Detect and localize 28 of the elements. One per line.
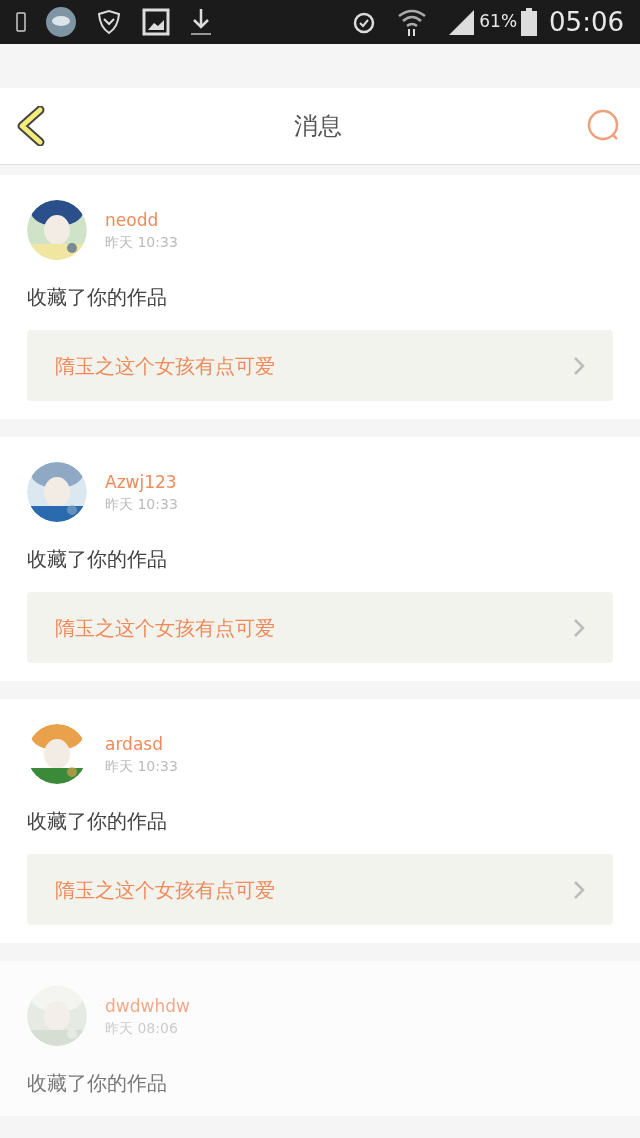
username[interactable]: ardasd [105, 735, 178, 753]
action-text: 收藏了你的作品 [27, 808, 168, 835]
chevron-icon [573, 617, 585, 638]
signal-icon [447, 8, 476, 36]
battery-percentage: 61% [479, 10, 518, 34]
username[interactable]: dwdwhdw [105, 997, 190, 1015]
chevron-icon [573, 355, 585, 376]
action-text: 收藏了你的作品 [27, 546, 168, 573]
image-icon [142, 8, 170, 36]
clock: 05:06 [549, 5, 624, 39]
download-icon [190, 7, 212, 37]
action-text: 收藏了你的作品 [27, 1070, 168, 1097]
username[interactable]: neodd [105, 211, 178, 229]
cloud-icon [46, 7, 76, 37]
work-link[interactable]: 隋玉之这个女孩有点可爱 [27, 854, 613, 925]
timestamp: 昨天 10:33 [105, 496, 178, 511]
action-text: 收藏了你的作品 [27, 284, 168, 311]
username[interactable]: Azwj123 [105, 473, 178, 491]
wifi-icon [397, 7, 428, 37]
chevron-icon [573, 879, 585, 900]
phone-icon [16, 12, 26, 32]
battery-icon [521, 8, 538, 36]
work-link[interactable]: 隋玉之这个女孩有点可爱 [27, 592, 613, 663]
page-title: 消息 [294, 111, 342, 142]
work-link[interactable]: 隋玉之这个女孩有点可爱 [27, 330, 613, 401]
timestamp: 昨天 10:33 [105, 758, 178, 773]
shield-icon [96, 9, 122, 35]
timestamp: 昨天 10:33 [105, 234, 178, 249]
